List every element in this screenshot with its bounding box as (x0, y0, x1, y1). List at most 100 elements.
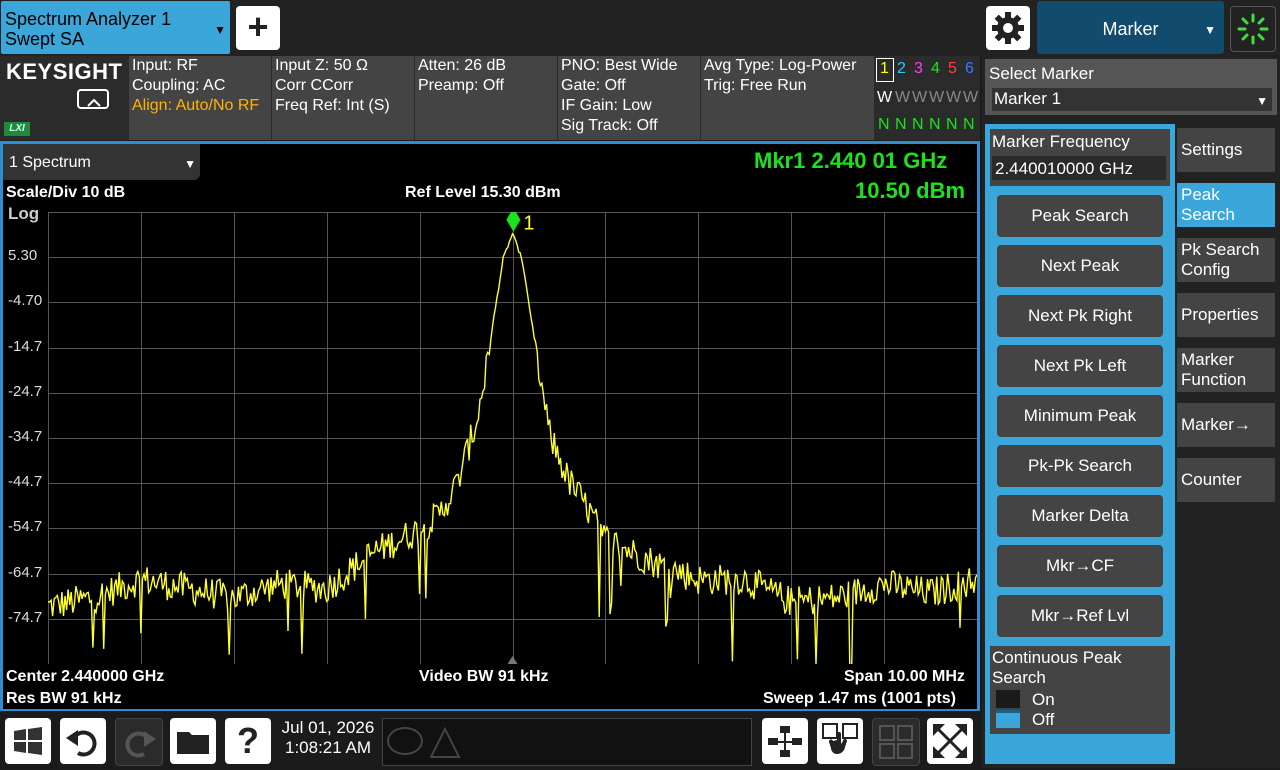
trace-type: W (877, 89, 893, 106)
trace-1-line (48, 232, 977, 664)
trace-detector: N (878, 116, 890, 133)
select-marker-control[interactable]: Select Marker Marker 1 ▼ (985, 59, 1277, 115)
sweep-status-button[interactable] (1230, 6, 1276, 52)
next-pk-right-button[interactable]: Next Pk Right (997, 295, 1163, 337)
minimum-peak-button[interactable]: Minimum Peak (997, 395, 1163, 437)
preamp-setting: Preamp: Off (418, 77, 504, 94)
select-marker-label: Select Marker (989, 64, 1094, 83)
input-z-setting: Input Z: 50 Ω (275, 57, 368, 74)
tab-marker-function[interactable]: Marker Function (1177, 348, 1275, 392)
trace-number: 6 (965, 60, 974, 77)
toggle-off-indicator (996, 710, 1020, 728)
tab-peak-search-label: Peak Search (1181, 185, 1235, 224)
tab-marker-function-label: Marker Function (1181, 350, 1247, 389)
windows-icon (14, 727, 42, 755)
trace-number: 4 (931, 60, 940, 77)
grid-window-icon (879, 725, 913, 759)
settings-bw-group[interactable]: PNO: Best Wide Gate: Off IF Gain: Low Si… (557, 56, 700, 140)
app-tab-mode: Swept SA (5, 29, 85, 49)
lxi-logo: LXI (4, 122, 30, 136)
redo-button[interactable] (115, 718, 163, 766)
busy-spinner-icon (1237, 13, 1269, 45)
file-folder-button[interactable] (170, 718, 216, 764)
full-screen-button[interactable] (927, 718, 973, 764)
center-frequency-tick (507, 656, 518, 664)
tab-pk-search-config[interactable]: Pk Search Config (1177, 238, 1275, 282)
mkr-to-ref-lvl-button[interactable]: Mkr→Ref Lvl (997, 595, 1163, 637)
trace-status-panel[interactable]: 1 2 3 4 5 6 W W W W W W N N N N N N (874, 56, 980, 140)
marker-delta-button[interactable]: Marker Delta (997, 495, 1163, 537)
tab-counter[interactable]: Counter (1177, 458, 1275, 502)
continuous-peak-search-toggle[interactable]: Continuous Peak Search On Off (990, 646, 1170, 734)
settings-input-group[interactable]: Input: RF Coupling: AC Align: Auto/No RF (128, 56, 271, 140)
date-display: Jul 01, 2026 (281, 718, 375, 737)
res-bw-label[interactable]: Res BW 91 kHz (6, 690, 122, 708)
sweep-label[interactable]: Sweep 1.47 ms (1001 pts) (763, 690, 956, 708)
continuous-peak-search-label: Continuous Peak Search (992, 648, 1122, 687)
layout-tree-button[interactable] (762, 718, 808, 764)
marker-menu-label: Marker (1102, 19, 1159, 39)
settings-impedance-group[interactable]: Input Z: 50 Ω Corr CCorr Freq Ref: Int (… (271, 56, 414, 140)
marker-select-value: Marker 1 (994, 89, 1062, 108)
multi-window-button[interactable] (872, 718, 920, 766)
mkr-to-cf-button[interactable]: Mkr→CF (997, 545, 1163, 587)
coupling-setting: Coupling: AC (132, 77, 226, 94)
trace-detector: N (895, 116, 907, 133)
next-peak-button[interactable]: Next Peak (997, 245, 1163, 287)
keysight-logo: KEYSIGHT (6, 59, 123, 84)
marker-1-diamond[interactable] (506, 212, 521, 232)
help-icon: ? (237, 720, 259, 761)
add-screen-button[interactable]: + (236, 6, 280, 50)
y-axis-tick-label: -74.7 (8, 608, 43, 626)
date-time-display: Jul 01, 2026 1:08:21 AM (278, 718, 378, 758)
message-area[interactable] (382, 718, 752, 766)
scale-div-label: Scale/Div 10 dB (6, 184, 126, 201)
folder-icon (177, 732, 209, 754)
video-bw-label[interactable]: Video BW 91 kHz (419, 668, 549, 686)
tab-properties[interactable]: Properties (1177, 293, 1275, 337)
settings-trigger-group[interactable]: Avg Type: Log-Power Trig: Free Run (700, 56, 874, 140)
ref-level-label[interactable]: Ref Level 15.30 dBm (405, 184, 561, 202)
undo-icon (66, 730, 97, 757)
windows-start-button[interactable] (5, 718, 51, 764)
trace-number: 1 (880, 60, 889, 77)
corr-setting: Corr CCorr (275, 77, 354, 94)
keysight-brand-area: KEYSIGHT LXI (0, 56, 128, 140)
next-pk-left-button[interactable]: Next Pk Left (997, 345, 1163, 387)
tab-peak-search[interactable]: Peak Search (1177, 183, 1275, 227)
spectrum-plot[interactable]: 1 (48, 212, 977, 664)
help-button[interactable]: ? (225, 718, 271, 764)
marker-select-dropdown[interactable]: Marker 1 ▼ (992, 88, 1272, 111)
marker-frequency-input[interactable]: 2.440010000 GHz (992, 156, 1166, 180)
touch-hand-icon (822, 723, 858, 755)
view-selector[interactable]: 1 Spectrum ▼ (3, 144, 200, 180)
trace-detector: N (963, 116, 975, 133)
toggle-on-indicator (996, 690, 1020, 708)
log-label: Log (8, 204, 40, 223)
y-axis-tick-label: -4.70 (8, 292, 43, 310)
app-tab-spectrum-analyzer[interactable]: Spectrum Analyzer 1 Swept SA ▼ (1, 1, 230, 54)
tab-settings[interactable]: Settings (1177, 128, 1275, 172)
message-bubble-icon (387, 726, 461, 758)
dropdown-arrow-icon: ▼ (214, 23, 226, 37)
tab-marker-to[interactable]: Marker→ (1177, 403, 1275, 447)
trace-number: 5 (948, 60, 957, 77)
pno-setting: PNO: Best Wide (561, 57, 678, 74)
expand-icon (933, 724, 967, 758)
trace-detector: N (929, 116, 941, 133)
center-frequency-label[interactable]: Center 2.440000 GHz (6, 668, 164, 686)
marker-menu-dropdown[interactable]: Marker ▼ (1037, 1, 1224, 54)
pk-pk-search-button[interactable]: Pk-Pk Search (997, 445, 1163, 487)
touch-mode-button[interactable] (817, 718, 863, 764)
time-display: 1:08:21 AM (284, 738, 371, 757)
toggle-on-label: On (1032, 690, 1055, 709)
trace-type: W (929, 89, 945, 106)
peak-search-button[interactable]: Peak Search (997, 195, 1163, 237)
atten-setting: Atten: 26 dB (418, 57, 507, 74)
span-label[interactable]: Span 10.00 MHz (844, 668, 965, 686)
marker-frequency-control[interactable]: Marker Frequency 2.440010000 GHz (990, 129, 1170, 186)
settings-atten-group[interactable]: Atten: 26 dB Preamp: Off (414, 56, 557, 140)
undo-button[interactable] (60, 718, 106, 764)
settings-gear-button[interactable] (986, 6, 1030, 50)
y-axis-tick-label: -44.7 (8, 473, 43, 491)
